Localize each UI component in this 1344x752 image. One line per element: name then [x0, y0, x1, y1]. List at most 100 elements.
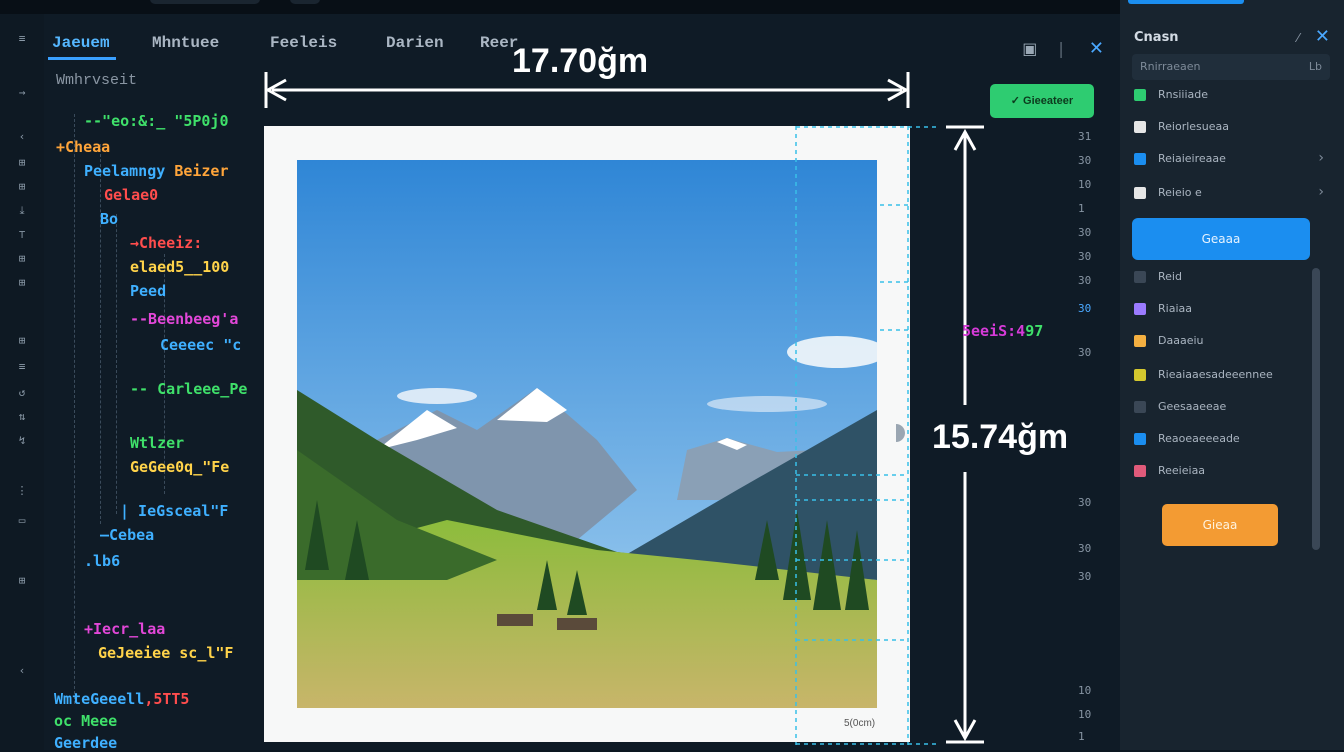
code-token: WmteGeeell [54, 690, 145, 708]
panel-list-item[interactable]: Daaaeiu [1134, 334, 1324, 352]
panel-item-label: Reid [1158, 270, 1182, 283]
gutter-icon[interactable]: ⊞ [12, 252, 32, 265]
gutter-icon[interactable]: ↯ [12, 434, 32, 447]
panel-list-item[interactable]: Reiaieireaae › [1134, 150, 1324, 170]
layer-swatch-icon [1134, 465, 1146, 477]
camera-icon[interactable]: ▣ [1022, 39, 1037, 58]
code-line: GeGee0q_"Fe [130, 458, 229, 476]
gutter-icon[interactable]: ⇅ [12, 410, 32, 423]
panel-secondary-button[interactable]: Gieaa [1162, 504, 1278, 546]
code-line: +Iecr_laa [84, 620, 165, 638]
panel-list-item[interactable]: Reaoeaeeeade [1134, 432, 1324, 450]
panel-scrollbar[interactable] [1312, 268, 1320, 550]
code-token: GeJeeiee sc_l"F [98, 644, 234, 662]
layer-swatch-icon [1134, 187, 1146, 199]
code-line: GeJeeiee sc_l"F [98, 644, 233, 662]
generate-button[interactable]: ✓ Gieeateer [990, 84, 1094, 118]
panel-primary-button[interactable]: Geaaa [1132, 218, 1310, 260]
panel-item-label: Riaiaa [1158, 302, 1192, 315]
layer-swatch-icon [1134, 303, 1146, 315]
ruler-number: 1 [1078, 202, 1085, 215]
code-line: oc Meee [54, 712, 117, 730]
tab-1[interactable]: Jaeuem [48, 34, 116, 60]
panel-list-item[interactable]: Reiorlesueaa [1134, 120, 1324, 138]
indent-guide [116, 214, 117, 514]
code-token: -- Carleee_Pe [130, 380, 248, 398]
code-line: .lb6 [84, 552, 120, 570]
tab-actions: ▣ | ✕ [1022, 38, 1104, 59]
code-line: elaed5__100 [130, 258, 229, 276]
code-line: WmteGeeell,5TT5 [54, 690, 189, 708]
layer-swatch-icon [1134, 401, 1146, 413]
gutter-icon[interactable]: ≡ [12, 360, 32, 373]
gutter-icon[interactable]: → [12, 86, 32, 99]
panel-item-label: Rnsiiiade [1158, 88, 1209, 101]
panel-search-input[interactable]: Rnirraeaen Lb [1132, 54, 1330, 80]
code-line: Peed [130, 282, 166, 300]
tab-3[interactable]: Feeleis [270, 34, 337, 52]
chevron-right-icon[interactable]: › [1318, 150, 1324, 166]
code-token: ,5TT5 [144, 690, 190, 708]
properties-panel: Cnasn ⁄ ✕ Rnirraeaen Lb Rnsiiiade Reiorle… [1120, 0, 1344, 750]
panel-list-item[interactable]: Reeieiaa [1134, 464, 1324, 482]
gutter-icon[interactable]: ▭ [12, 514, 32, 527]
size-tag-suffix: 97 [1025, 322, 1044, 340]
code-token: .lb6 [84, 552, 121, 570]
panel-title: Cnasn [1134, 30, 1179, 45]
chevron-right-icon[interactable]: › [1318, 184, 1324, 200]
panel-list-item[interactable]: Reid [1134, 270, 1324, 288]
code-line: Ceeeec "c [160, 336, 241, 354]
landscape-image [297, 160, 877, 708]
ruler-number: 10 [1078, 684, 1092, 697]
code-token: Wtlzer [130, 434, 185, 452]
close-panel-icon[interactable]: ✕ [1315, 26, 1330, 47]
code-token: | IeGsceal"F [120, 502, 229, 520]
code-token: GeGee0q_"Fe [130, 458, 230, 476]
image-canvas[interactable]: 5(0cm) [264, 126, 910, 742]
gutter-icon[interactable]: ⊞ [12, 334, 32, 347]
code-token: Gelae0 [104, 186, 159, 204]
panel-item-label: Geesaaeeae [1158, 400, 1227, 413]
gutter-icon[interactable]: ⊞ [12, 276, 32, 289]
ruler-number: 30 [1078, 542, 1092, 555]
close-icon[interactable]: ✕ [1089, 38, 1104, 59]
panel-item-label: Reiaieireaae [1158, 152, 1226, 165]
code-token: Peed [130, 282, 167, 300]
gutter-icon[interactable]: ⤓ [12, 204, 32, 218]
gutter-icon[interactable]: ↺ [12, 386, 32, 399]
breadcrumb: Wmhrvseit [56, 72, 138, 89]
panel-list-item[interactable]: Rieaiaaesadeeennee [1134, 368, 1324, 386]
panel-list-item[interactable]: Geesaaeeae [1134, 400, 1324, 418]
ruler-number: 10 [1078, 178, 1092, 191]
width-dimension-label: 17.70ğm [512, 42, 649, 80]
gutter-icon[interactable]: ‹ [12, 664, 32, 677]
panel-list-item[interactable]: Rnsiiiade [1134, 88, 1324, 106]
title-bar-chip[interactable] [290, 0, 320, 4]
gutter-icon[interactable]: ⊞ [12, 180, 32, 193]
code-line: Peelamngy Beizer [84, 162, 229, 180]
code-token: +Cheaa [56, 138, 111, 156]
gutter-icon[interactable]: ‹ [12, 130, 32, 143]
panel-list-item[interactable]: Reieio e › [1134, 184, 1324, 204]
tab-2[interactable]: Mhntuee [152, 34, 219, 52]
layer-swatch-icon [1134, 433, 1146, 445]
panel-item-label: Rieaiaaesadeeennee [1158, 368, 1273, 381]
code-token: Peelamngy [84, 162, 175, 180]
image-caption: 5(0cm) [844, 718, 876, 729]
layer-swatch-icon [1134, 271, 1146, 283]
code-token: Ceeeec "c [160, 336, 242, 354]
gutter-icon[interactable]: ⊞ [12, 574, 32, 587]
panel-list-item[interactable]: Riaiaa [1134, 302, 1324, 320]
gutter-icon[interactable]: ⊞ [12, 156, 32, 169]
title-bar-field[interactable] [150, 0, 260, 4]
size-tag: 5eeiS:497 [962, 322, 1043, 340]
gutter-icon[interactable]: ≡ [12, 32, 32, 45]
pin-icon[interactable]: ⁄ [1297, 31, 1299, 45]
gutter-icon[interactable]: ⊤ [12, 228, 32, 241]
gutter-icon[interactable]: ⋮ [12, 484, 32, 497]
tab-4[interactable]: Darien [386, 34, 444, 52]
panel-top-button[interactable] [1128, 0, 1244, 4]
code-token: —Cebea [100, 526, 155, 544]
search-placeholder: Rnirraeaen [1140, 60, 1201, 73]
code-line: --"eo:&:_ "5P0j0 [84, 112, 229, 130]
